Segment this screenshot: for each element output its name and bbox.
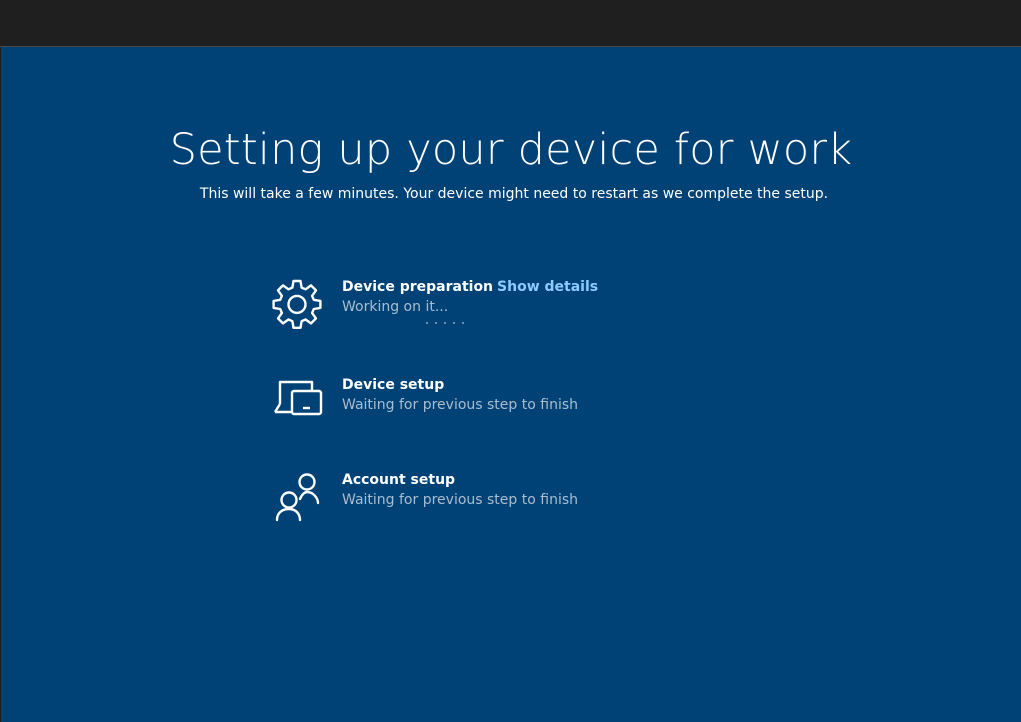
step-device-setup: Device setup Waiting for previous step t… <box>269 377 769 437</box>
page-subtitle: This will take a few minutes. Your devic… <box>199 186 829 202</box>
progress-dot <box>453 322 455 324</box>
oobe-screen: Setting up your device for work This wil… <box>1 47 1021 722</box>
step-device-preparation: Device preparation Show details Working o… <box>269 279 769 339</box>
progress-dot <box>462 322 464 324</box>
progress-dots <box>426 322 464 324</box>
title-bar <box>0 0 1021 47</box>
step-label: Device preparation Show details <box>342 279 599 295</box>
device-icon <box>269 377 325 433</box>
step-status: Waiting for previous step to finish <box>342 492 578 508</box>
progress-dot <box>435 322 437 324</box>
show-details-link[interactable]: Show details <box>497 279 598 295</box>
progress-dot <box>426 322 428 324</box>
step-status: Working on it... <box>342 299 449 315</box>
progress-dot <box>444 322 446 324</box>
step-account-setup: Account setup Waiting for previous step … <box>269 472 769 532</box>
step-label: Device setup <box>342 377 445 393</box>
page-title: Setting up your device for work <box>169 125 853 175</box>
gear-icon <box>269 279 325 335</box>
step-status: Waiting for previous step to finish <box>342 397 578 413</box>
people-icon <box>269 472 325 528</box>
step-label: Account setup <box>342 472 456 488</box>
